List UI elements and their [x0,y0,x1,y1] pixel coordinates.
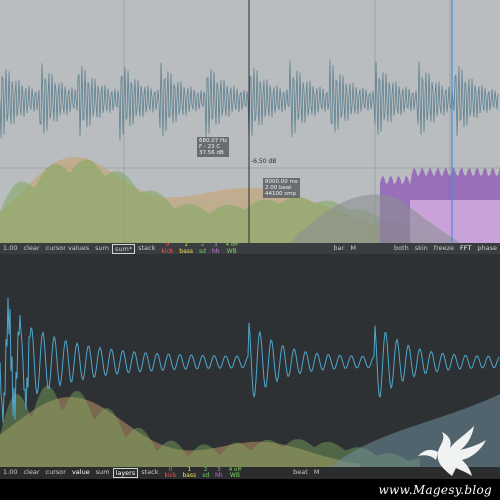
cursor-values-toggle[interactable]: cursor values [43,245,93,252]
bottom-clear-button[interactable]: clear [20,469,42,476]
beat-readout-samples: 44100 smp [265,191,296,197]
bottom-layer-sd-button[interactable]: 2 sd [199,467,212,479]
fft-button[interactable]: FFT [457,245,474,252]
cursor-readout-level: 37.56 dB [199,150,224,156]
layer-sd-button[interactable]: 2 sd [196,243,209,254]
bottom-stack-button[interactable]: stack [138,469,161,476]
top-toolbar: 1.00 clear cursor values sum sum* stack … [0,243,500,254]
stack-button[interactable]: stack [135,245,158,252]
bar-button[interactable]: bar [331,245,348,252]
clear-button[interactable]: clear [20,245,42,252]
layer-kick-button[interactable]: 0 kick [158,243,176,254]
bottom-layer-hh-label: hh [215,472,223,479]
skin-button[interactable]: skin [412,245,431,252]
bottom-layer-hh-button[interactable]: 3 hh [212,467,226,479]
bottom-zoom-value[interactable]: 1.00 [0,469,20,476]
top-analyzer-panel[interactable]: -6.50 dB 680.07 Hz F - 23 C 37.56 dB 800… [0,0,500,243]
griffin-logo [418,426,486,476]
bottom-layer-wb-button[interactable]: 4 off WB [226,467,244,479]
db-level-label: -6.50 dB [251,158,277,165]
bottom-beat-button[interactable]: beat [290,469,311,476]
bottom-layer-bass-button[interactable]: 1 bass [179,467,199,479]
cursor-readout-tooltip: 680.07 Hz F - 23 C 37.56 dB [197,137,230,157]
bottom-layer-bass-label: bass [182,472,197,479]
bottom-layer-sd-label: sd [202,472,210,479]
bottom-mono-button[interactable]: M [311,469,323,476]
top-waveform-spectrum-view[interactable] [0,0,500,243]
freeze-button[interactable]: freeze [431,245,457,252]
bottom-layer-kick-button[interactable]: 0 kick [162,467,180,479]
bottom-sum-button[interactable]: sum [93,469,113,476]
sum-star-button[interactable]: sum* [111,243,136,254]
beat-readout-tooltip: 8000.00 ms 2.00 beat 44100 smp [263,178,300,198]
layer-wb-button[interactable]: 4 off WB [223,243,241,254]
sum-button[interactable]: sum [92,245,112,252]
zoom-value[interactable]: 1.00 [0,245,20,252]
watermark-url: www.Magesy.blog [378,483,492,497]
bottom-layers-button[interactable]: layers [112,468,139,478]
layer-hh-button[interactable]: 3 hh [209,243,223,254]
both-button[interactable]: both [391,245,412,252]
mono-button[interactable]: M [347,245,359,252]
bottom-layer-wb-label: WB [229,472,240,479]
phase-button[interactable]: phase [474,245,500,252]
layer-bass-button[interactable]: 1 bass [176,243,196,254]
bottom-layer-kick-label: kick [164,472,177,479]
bottom-cursor-button[interactable]: cursor [43,469,69,476]
bottom-value-button[interactable]: value [69,469,93,476]
